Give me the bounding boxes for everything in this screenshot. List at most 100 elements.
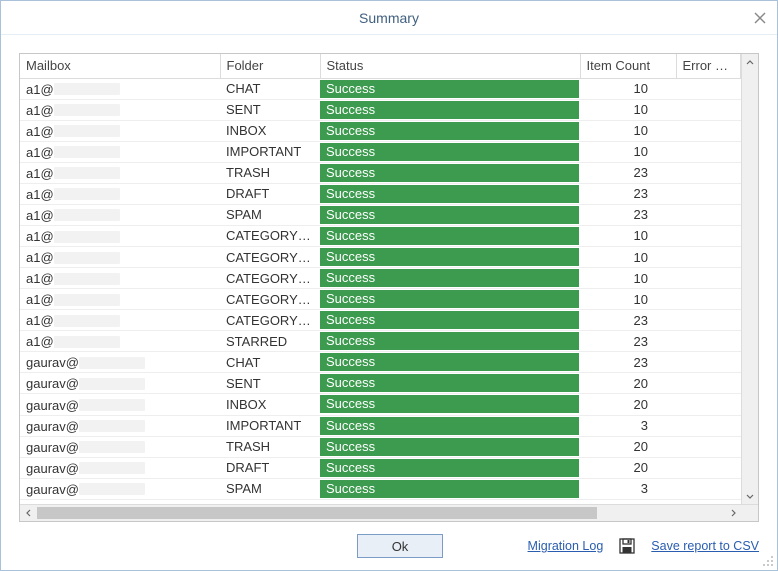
hscroll-track[interactable] (37, 505, 724, 521)
cell-status: Success (320, 331, 580, 352)
horizontal-scrollbar[interactable] (20, 504, 758, 521)
ok-button[interactable]: Ok (357, 534, 443, 558)
cell-folder: CATEGORY_... (220, 225, 320, 246)
cell-folder: CATEGORY_... (220, 268, 320, 289)
cell-folder: CHAT (220, 352, 320, 373)
table-row[interactable]: a1@IMPORTANTSuccess10 (20, 141, 741, 162)
col-header-status[interactable]: Status (320, 54, 580, 78)
cell-error-details (676, 289, 741, 310)
hscroll-thumb[interactable] (37, 507, 597, 519)
table-row[interactable]: a1@CHATSuccess10 (20, 78, 741, 99)
status-badge: Success (320, 353, 579, 371)
col-header-error-details[interactable]: Error Details (676, 54, 741, 78)
mailbox-text: a1@ (26, 145, 54, 160)
cell-error-details (676, 268, 741, 289)
cell-error-details (676, 415, 741, 436)
table-row[interactable]: a1@DRAFTSuccess23 (20, 183, 741, 204)
mailbox-redacted (79, 462, 145, 474)
mailbox-redacted (54, 125, 120, 137)
save-report-link[interactable]: Save report to CSV (651, 539, 759, 553)
table-row[interactable]: a1@CATEGORY_...Success10 (20, 225, 741, 246)
status-badge: Success (320, 122, 579, 140)
table-row[interactable]: gaurav@CHATSuccess23 (20, 352, 741, 373)
table-row[interactable]: gaurav@IMPORTANTSuccess3 (20, 415, 741, 436)
scroll-down-arrow[interactable] (742, 487, 758, 504)
mailbox-text: a1@ (26, 103, 54, 118)
cell-error-details (676, 373, 741, 394)
cell-mailbox: gaurav@ (20, 457, 220, 478)
cell-item-count: 10 (580, 225, 676, 246)
cell-item-count: 20 (580, 373, 676, 394)
table-row[interactable]: a1@INBOXSuccess10 (20, 120, 741, 141)
table-row[interactable]: a1@CATEGORY_...Success10 (20, 247, 741, 268)
cell-status: Success (320, 457, 580, 478)
col-header-item-count[interactable]: Item Count (580, 54, 676, 78)
migration-log-link[interactable]: Migration Log (528, 539, 604, 553)
scroll-right-arrow[interactable] (724, 505, 741, 521)
table-row[interactable]: a1@CATEGORY_...Success10 (20, 289, 741, 310)
status-badge: Success (320, 480, 579, 498)
mailbox-redacted (54, 315, 120, 327)
cell-error-details (676, 310, 741, 331)
cell-item-count: 10 (580, 247, 676, 268)
summary-table: Mailbox Folder Status Item Count Error D… (20, 54, 741, 500)
cell-item-count: 10 (580, 78, 676, 99)
mailbox-text: a1@ (26, 334, 54, 349)
cell-item-count: 23 (580, 204, 676, 225)
table-row[interactable]: gaurav@SPAMSuccess3 (20, 478, 741, 499)
mailbox-redacted (54, 146, 120, 158)
table-row[interactable]: a1@STARREDSuccess23 (20, 331, 741, 352)
status-badge: Success (320, 269, 579, 287)
cell-status: Success (320, 247, 580, 268)
cell-folder: SENT (220, 99, 320, 120)
resize-grip-icon[interactable] (762, 555, 774, 567)
mailbox-text: a1@ (26, 271, 54, 286)
status-badge: Success (320, 143, 579, 161)
cell-mailbox: gaurav@ (20, 373, 220, 394)
cell-mailbox: a1@ (20, 247, 220, 268)
mailbox-redacted (54, 104, 120, 116)
table-row[interactable]: a1@SENTSuccess10 (20, 99, 741, 120)
cell-mailbox: a1@ (20, 120, 220, 141)
table-row[interactable]: a1@CATEGORY_...Success10 (20, 268, 741, 289)
scroll-corner (741, 505, 758, 521)
mailbox-text: a1@ (26, 208, 54, 223)
mailbox-redacted (79, 483, 145, 495)
table-row[interactable]: gaurav@DRAFTSuccess20 (20, 457, 741, 478)
cell-folder: DRAFT (220, 183, 320, 204)
col-header-mailbox[interactable]: Mailbox (20, 54, 220, 78)
table-row[interactable]: a1@SPAMSuccess23 (20, 204, 741, 225)
table-row[interactable]: gaurav@SENTSuccess20 (20, 373, 741, 394)
mailbox-text: a1@ (26, 166, 54, 181)
mailbox-redacted (54, 209, 120, 221)
mailbox-redacted (54, 167, 120, 179)
cell-folder: SPAM (220, 204, 320, 225)
vertical-scrollbar[interactable] (741, 54, 758, 504)
cell-mailbox: a1@ (20, 162, 220, 183)
grid-body: Mailbox Folder Status Item Count Error D… (20, 54, 758, 504)
table-row[interactable]: gaurav@TRASHSuccess20 (20, 436, 741, 457)
status-badge: Success (320, 248, 579, 266)
chevron-down-icon (746, 492, 754, 500)
table-row[interactable]: gaurav@INBOXSuccess20 (20, 394, 741, 415)
cell-folder: SPAM (220, 478, 320, 499)
status-badge: Success (320, 311, 579, 329)
cell-folder: STARRED (220, 331, 320, 352)
table-row[interactable]: a1@CATEGORY_...Success23 (20, 310, 741, 331)
mailbox-text: gaurav@ (26, 376, 79, 391)
scroll-left-arrow[interactable] (20, 505, 37, 521)
table-row[interactable]: a1@TRASHSuccess23 (20, 162, 741, 183)
cell-error-details (676, 183, 741, 204)
cell-folder: IMPORTANT (220, 141, 320, 162)
cell-status: Success (320, 162, 580, 183)
cell-status: Success (320, 268, 580, 289)
cell-folder: TRASH (220, 162, 320, 183)
close-button[interactable] (749, 7, 771, 29)
scroll-up-arrow[interactable] (742, 54, 758, 71)
col-header-folder[interactable]: Folder (220, 54, 320, 78)
cell-item-count: 20 (580, 436, 676, 457)
cell-folder: IMPORTANT (220, 415, 320, 436)
cell-status: Success (320, 225, 580, 246)
status-badge: Success (320, 164, 579, 182)
cell-error-details (676, 394, 741, 415)
